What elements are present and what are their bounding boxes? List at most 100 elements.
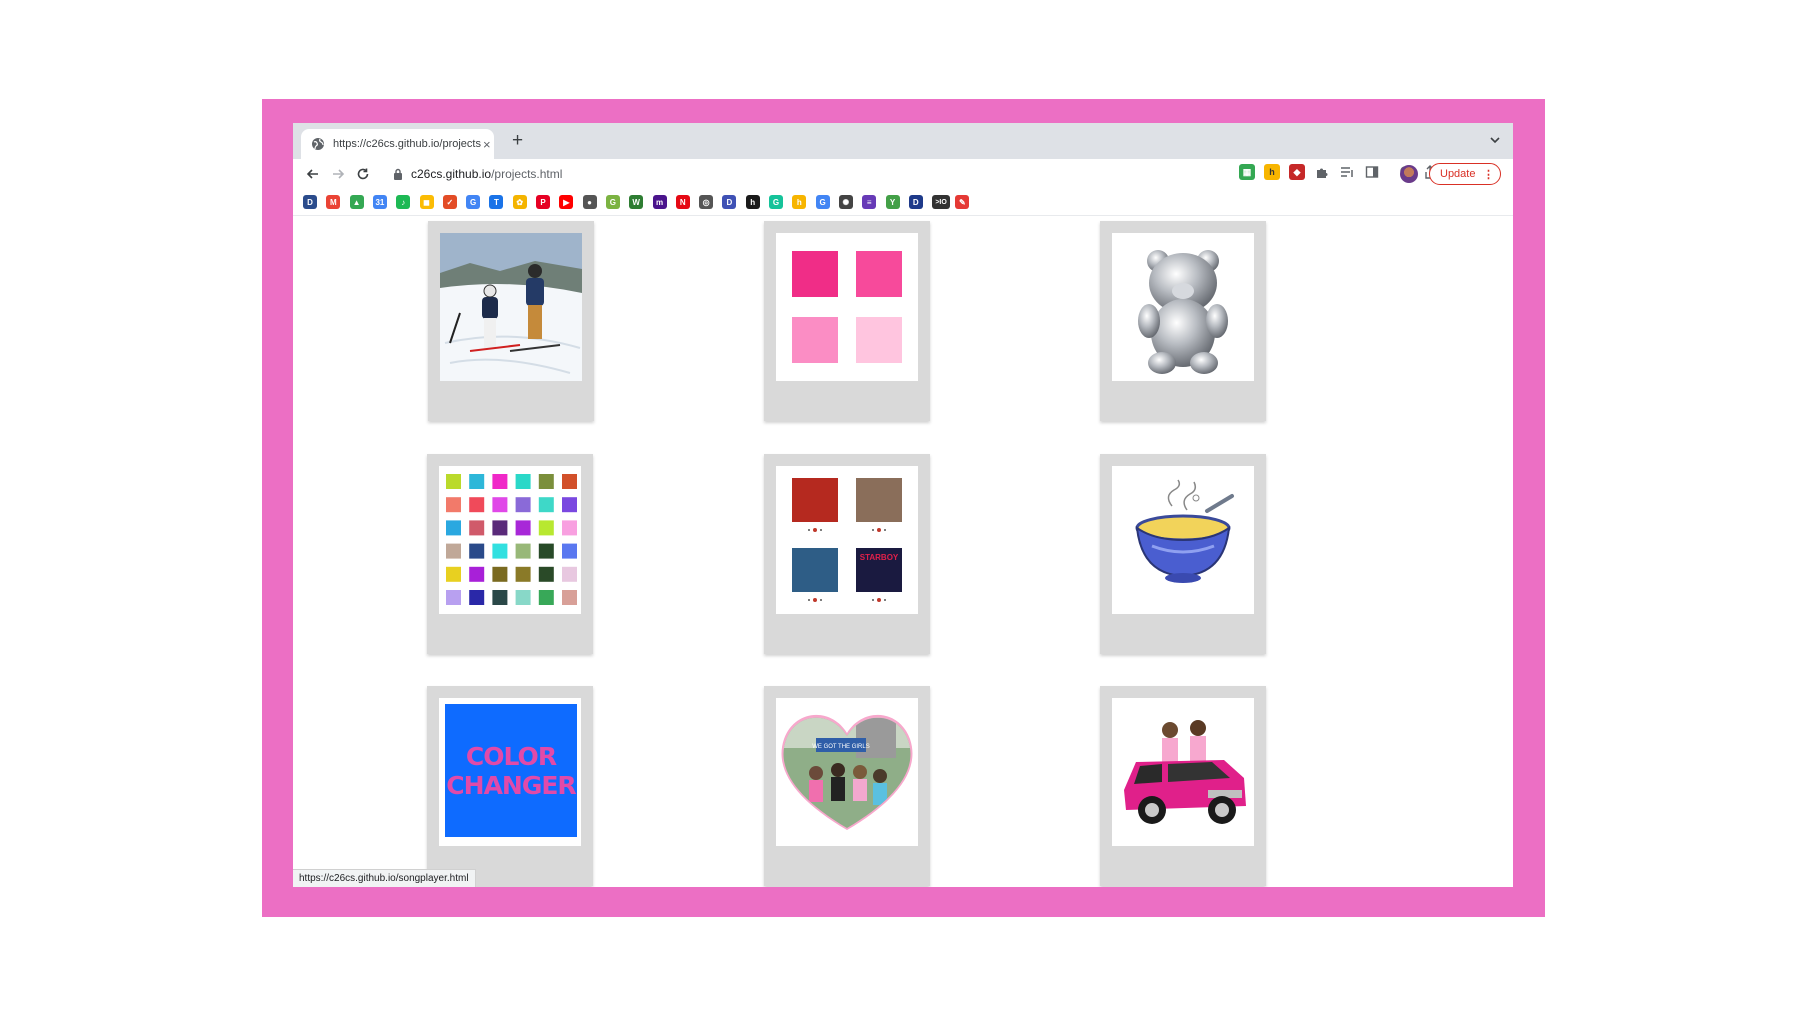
- t-icon[interactable]: T: [489, 195, 504, 209]
- translate-icon[interactable]: G: [466, 195, 481, 209]
- tab-projects[interactable]: https://c26cs.github.io/projects ×: [301, 129, 494, 159]
- m-icon[interactable]: m: [652, 195, 667, 209]
- todo-icon[interactable]: ✓: [442, 195, 457, 209]
- reload-icon[interactable]: [355, 166, 371, 182]
- palette-swatch: [515, 590, 531, 605]
- io-icon[interactable]: >IO: [932, 195, 951, 209]
- project-card[interactable]: [427, 454, 593, 654]
- update-button[interactable]: Update ⋮: [1429, 163, 1501, 185]
- palette-swatch: [562, 590, 577, 605]
- honey-icon[interactable]: h: [792, 195, 807, 209]
- play-button-icon[interactable]: [813, 598, 817, 602]
- grades-icon[interactable]: G: [605, 195, 620, 209]
- skip-icon[interactable]: [872, 529, 874, 531]
- project-card[interactable]: STARBOY: [764, 454, 930, 654]
- pink-car-image: [1112, 698, 1254, 846]
- page-content: STARBOY COLOR CHANGER WE GOT THE GIRLS h…: [293, 216, 1513, 887]
- d-icon[interactable]: D: [303, 195, 317, 209]
- extensions-area: ▦ h ◆: [1239, 164, 1380, 180]
- play-button-icon[interactable]: [877, 528, 881, 532]
- palette-swatch: [446, 520, 461, 536]
- drive-icon[interactable]: ▲: [349, 195, 364, 209]
- project-card[interactable]: WE GOT THE GIRLS: [764, 686, 930, 886]
- palette-swatch: [492, 497, 508, 513]
- palette-swatch: [446, 590, 461, 605]
- back-arrow-icon[interactable]: [305, 166, 321, 182]
- play-button-icon[interactable]: [877, 598, 881, 602]
- w-icon[interactable]: W: [629, 195, 644, 209]
- chrome-bear-image: [1112, 233, 1254, 381]
- skip-icon[interactable]: [872, 599, 874, 601]
- album-cover[interactable]: STARBOY: [856, 548, 902, 602]
- grammarly-icon[interactable]: G: [769, 195, 783, 209]
- honey-extension-icon[interactable]: h: [1264, 164, 1280, 180]
- palette-swatch: [515, 497, 531, 513]
- palette-swatch: [538, 590, 554, 605]
- palette-swatch: [515, 474, 531, 489]
- project-card[interactable]: [1100, 221, 1266, 421]
- spotify-icon[interactable]: ♪: [396, 195, 411, 209]
- reading-list-icon[interactable]: [1339, 164, 1355, 180]
- youtube-icon[interactable]: ▶: [559, 195, 574, 209]
- netflix-icon[interactable]: N: [675, 195, 690, 209]
- palette-swatch: [492, 590, 508, 605]
- palette-swatch: [538, 497, 554, 513]
- lock-icon: [394, 168, 402, 180]
- album-cover[interactable]: [792, 478, 838, 532]
- apple-icon[interactable]: ●: [582, 195, 597, 209]
- palette-swatch: [538, 566, 554, 582]
- disney-icon[interactable]: D: [908, 195, 923, 209]
- palette-swatch: [469, 497, 485, 513]
- gmail-icon[interactable]: M: [326, 195, 341, 209]
- skip-icon[interactable]: [884, 599, 886, 601]
- photos-icon[interactable]: ✿: [512, 195, 527, 209]
- h-icon[interactable]: h: [745, 195, 760, 209]
- skip-icon[interactable]: [820, 529, 822, 531]
- album-cover[interactable]: [792, 548, 838, 602]
- project-card[interactable]: [1100, 686, 1266, 886]
- palette-swatch: [446, 497, 461, 513]
- forms-icon[interactable]: ≡: [862, 195, 877, 209]
- keep-icon[interactable]: ◼: [419, 195, 434, 209]
- url-text: c26cs.github.io/projects.html: [411, 167, 562, 181]
- project-card[interactable]: COLOR CHANGER: [427, 686, 593, 886]
- puzzle-extensions-icon[interactable]: [1314, 164, 1330, 180]
- album-cover[interactable]: [856, 478, 902, 532]
- palette-swatch: [538, 520, 554, 536]
- palette-swatch: [538, 543, 554, 559]
- ublock-extension-icon[interactable]: ◆: [1289, 164, 1305, 180]
- palette-swatch: [469, 590, 485, 605]
- pink-square: [792, 317, 838, 363]
- openai-icon[interactable]: ✺: [838, 195, 853, 209]
- skip-icon[interactable]: [820, 599, 822, 601]
- side-panel-icon[interactable]: [1364, 164, 1380, 180]
- google-icon[interactable]: G: [815, 195, 830, 209]
- profile-avatar[interactable]: [1400, 165, 1418, 183]
- skip-icon[interactable]: [808, 599, 810, 601]
- tab-title: https://c26cs.github.io/projects: [333, 138, 481, 150]
- close-tab-icon[interactable]: ×: [483, 138, 491, 151]
- new-tab-button[interactable]: +: [512, 131, 523, 151]
- palette-swatch: [469, 566, 485, 582]
- y-icon[interactable]: Y: [885, 195, 900, 209]
- pinterest-icon[interactable]: P: [536, 195, 550, 209]
- d-icon[interactable]: D: [722, 195, 737, 209]
- project-card[interactable]: [764, 221, 930, 421]
- palette-swatch: [562, 520, 577, 536]
- skip-icon[interactable]: [808, 529, 810, 531]
- heart-sign-text: WE GOT THE GIRLS: [812, 744, 869, 750]
- sheets-extension-icon[interactable]: ▦: [1239, 164, 1255, 180]
- calendar-icon[interactable]: 31: [372, 195, 387, 209]
- update-label: Update: [1440, 168, 1476, 180]
- globe-icon[interactable]: ◎: [699, 195, 714, 209]
- project-card[interactable]: [428, 221, 594, 421]
- palette-swatch: [492, 520, 508, 536]
- color-changer-line-2: CHANGER: [446, 770, 576, 800]
- project-card[interactable]: [1100, 454, 1266, 654]
- play-button-icon[interactable]: [813, 528, 817, 532]
- brush-icon[interactable]: ✎: [955, 195, 970, 209]
- palette-swatch: [446, 543, 461, 559]
- forward-arrow-icon[interactable]: [330, 166, 346, 182]
- chevron-down-icon[interactable]: [1489, 133, 1501, 151]
- skip-icon[interactable]: [884, 529, 886, 531]
